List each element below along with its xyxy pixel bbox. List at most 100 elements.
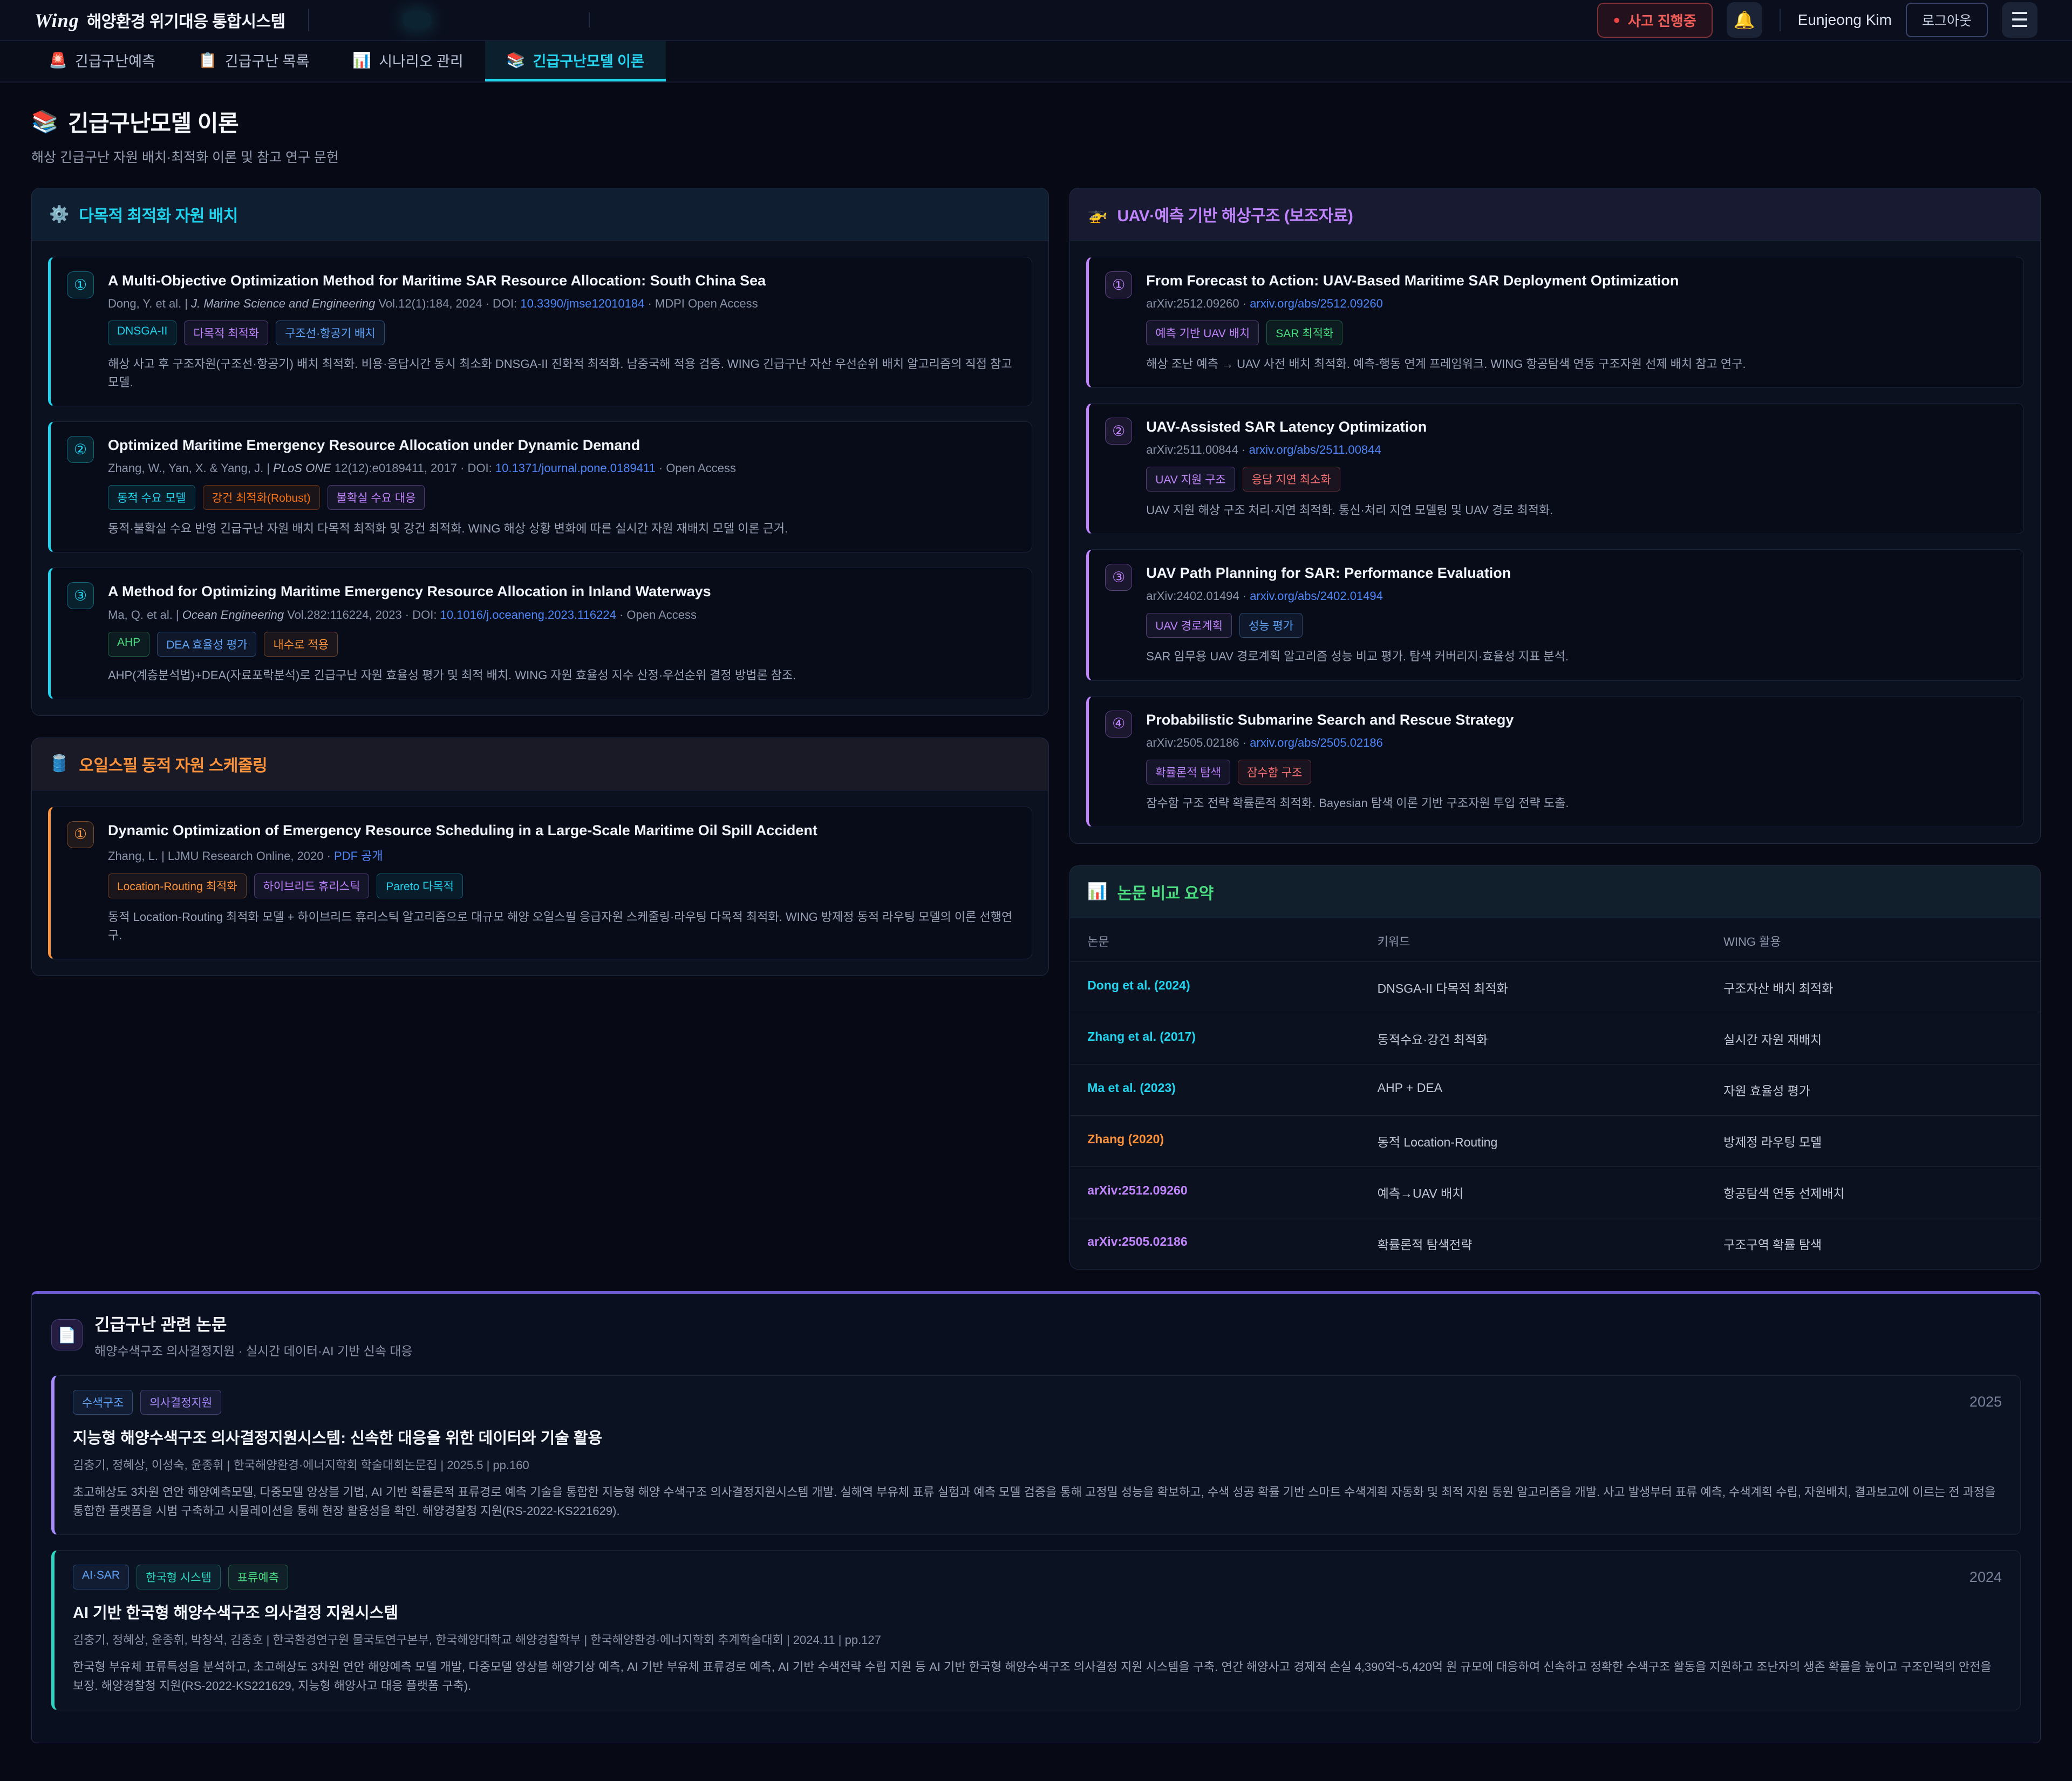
table-row: Ma et al. (2023) AHP + DEA 자원 효율성 평가: [1070, 1064, 2040, 1115]
notification-bell-button[interactable]: 🔔: [1727, 2, 1762, 38]
tag-chip: 성능 평가: [1239, 613, 1303, 638]
nav-menu-item[interactable]: [510, 12, 538, 28]
related-papers-section: 📄 긴급구난 관련 논문 해양수색구조 의사결정지원 · 실시간 데이터·AI …: [31, 1291, 2041, 1743]
table-header-row: 논문 키워드 WING 활용: [1070, 918, 2040, 961]
table-cell-paper[interactable]: Ma et al. (2023): [1087, 1064, 1377, 1115]
arxiv-link[interactable]: arxiv.org/abs/2511.00844: [1249, 443, 1381, 456]
nav-menu-item[interactable]: [403, 12, 431, 28]
table-cell-keyword: 동적 Location-Routing: [1378, 1116, 1724, 1166]
paper-card: ① A Multi-Objective Optimization Method …: [48, 257, 1032, 406]
tag-row: 동적 수요 모델강건 최적화(Robust)불확실 수요 대응: [108, 485, 1015, 510]
tab-label: 긴급구난예측: [75, 50, 155, 71]
divider: [1780, 9, 1781, 31]
table-cell-wing: 구조자산 배치 최적화: [1723, 962, 2023, 1013]
tab-item[interactable]: 📊 시나리오 관리: [331, 41, 485, 81]
paper-meta: arXiv:2512.09260 · arxiv.org/abs/2512.09…: [1146, 297, 2007, 311]
arxiv-link[interactable]: arxiv.org/abs/2512.09260: [1250, 297, 1383, 310]
main-menu: [332, 12, 623, 28]
paper-description: UAV 지원 해상 구조 처리·지연 최적화. 통신·처리 지연 모델링 및 U…: [1146, 501, 2007, 520]
tag-chip: Location-Routing 최적화: [108, 874, 247, 898]
table-cell-keyword: 동적수요·강건 최적화: [1378, 1013, 1724, 1064]
paper-number-badge: ③: [1105, 564, 1132, 591]
tag-row: AHPDEA 효율성 평가내수로 적용: [108, 632, 1015, 657]
paper-card: ③ A Method for Optimizing Maritime Emerg…: [48, 568, 1032, 699]
paper-number-badge: ②: [67, 436, 94, 463]
article-abstract: 한국형 부유체 표류특성을 분석하고, 초고해상도 3차원 연안 해양예측 모델…: [73, 1657, 2002, 1695]
doi-link[interactable]: 10.3390/jmse12010184: [520, 297, 644, 310]
related-title: 긴급구난 관련 논문: [94, 1311, 413, 1335]
table-cell-paper[interactable]: arXiv:2512.09260: [1087, 1167, 1377, 1218]
section-title: 오일스필 동적 자원 스케줄링: [79, 752, 267, 776]
paper-number-badge: ①: [67, 821, 94, 848]
nav-menu-item[interactable]: [474, 12, 502, 28]
nav-menu-item[interactable]: [367, 12, 396, 28]
table-cell-keyword: DNSGA-II 다목적 최적화: [1378, 962, 1724, 1013]
paper-meta: Ma, Q. et al. | Ocean Engineering Vol.28…: [108, 608, 1015, 622]
tag-chip: DNSGA-II: [108, 320, 176, 345]
hamburger-menu-button[interactable]: ☰: [2002, 2, 2037, 38]
sub-tabbar: 🚨 긴급구난예측 📋 긴급구난 목록 📊 시나리오 관리 📚 긴급구난모델 이론: [0, 41, 2072, 83]
comparison-table: 논문 키워드 WING 활용 Dong et al. (2024) DNSGA-…: [1070, 918, 2040, 1269]
article-abstract: 초고해상도 3차원 연안 해양예측모델, 다중모델 앙상블 기법, AI 기반 …: [73, 1483, 2002, 1520]
tag-chip: 하이브리드 휴리스틱: [254, 874, 370, 898]
table-row: arXiv:2512.09260 예측→UAV 배치 항공탐색 연동 선제배치: [1070, 1166, 2040, 1218]
tab-item[interactable]: 🚨 긴급구난예측: [27, 41, 177, 81]
table-cell-keyword: 확률론적 탐색전략: [1378, 1218, 1724, 1269]
tag-chip: 강건 최적화(Robust): [203, 485, 320, 510]
arxiv-link[interactable]: arxiv.org/abs/2402.01494: [1250, 589, 1383, 603]
page-subtitle: 해상 긴급구난 자원 배치·최적화 이론 및 참고 연구 문헌: [31, 147, 2041, 166]
paper-list: ① From Forecast to Action: UAV-Based Mar…: [1070, 241, 2040, 843]
logout-button[interactable]: 로그아웃: [1906, 3, 1988, 37]
tag-chip: UAV 지원 구조: [1146, 467, 1235, 492]
nav-menu-item[interactable]: [332, 12, 360, 28]
paper-card: ④ Probabilistic Submarine Search and Res…: [1086, 696, 2024, 827]
section-comparison-panel: 📊 논문 비교 요약 논문 키워드 WING 활용 Dong et al. (2…: [1069, 865, 2041, 1270]
table-row: Zhang (2020) 동적 Location-Routing 방제정 라우팅…: [1070, 1115, 2040, 1166]
tag-chip: 의사결정지원: [140, 1390, 221, 1415]
doi-link[interactable]: 10.1016/j.oceaneng.2023.116224: [440, 608, 616, 622]
paper-description: SAR 임무용 UAV 경로계획 알고리즘 성능 비교 평가. 탐색 커버리지·…: [1146, 647, 2007, 666]
bell-icon: 🔔: [1734, 10, 1755, 30]
table-cell-paper[interactable]: Zhang et al. (2017): [1087, 1013, 1377, 1064]
paper-description: 동적·불확실 수요 반영 긴급구난 자원 배치 다목적 최적화 및 강건 최적화…: [108, 520, 1015, 538]
paper-meta: arXiv:2402.01494 · arxiv.org/abs/2402.01…: [1146, 589, 2007, 603]
incident-status-badge[interactable]: ● 사고 진행중: [1597, 3, 1713, 38]
right-column: 🚁 UAV·예측 기반 해상구조 (보조자료) ① From Forecast …: [1069, 188, 2041, 1291]
journal-name: Ocean Engineering: [182, 608, 284, 622]
journal-name: PLoS ONE: [273, 461, 331, 475]
tag-chip: UAV 경로계획: [1146, 613, 1232, 638]
page-content: 📚 긴급구난모델 이론 해상 긴급구난 자원 배치·최적화 이론 및 참고 연구…: [0, 83, 2072, 1781]
doi-link[interactable]: 10.1371/journal.pone.0189411: [495, 461, 656, 475]
nav-menu-item[interactable]: [589, 12, 623, 28]
table-cell-paper[interactable]: arXiv:2505.02186: [1087, 1218, 1377, 1269]
tag-chip: 수색구조: [73, 1390, 133, 1415]
oil-drum-icon: 🛢️: [49, 754, 69, 773]
paper-title: UAV-Assisted SAR Latency Optimization: [1146, 418, 2007, 436]
paper-description: 동적 Location-Routing 최적화 모델 + 하이브리드 휴리스틱 …: [108, 908, 1015, 945]
tab-item[interactable]: 📚 긴급구난모델 이론: [485, 41, 666, 81]
paper-title: UAV Path Planning for SAR: Performance E…: [1146, 564, 2007, 583]
tag-chip: 구조선·항공기 배치: [276, 320, 384, 345]
tab-item[interactable]: 📋 긴급구난 목록: [177, 41, 331, 81]
doi-link[interactable]: PDF 공개: [334, 849, 383, 863]
tab-icon: 📚: [507, 51, 526, 69]
helicopter-icon: 🚁: [1087, 205, 1107, 224]
tag-chip: 확률론적 탐색: [1146, 760, 1230, 784]
tag-chip: 응답 지연 최소화: [1243, 467, 1340, 492]
logo-wing-mark: Wing: [35, 9, 79, 32]
paper-meta: Dong, Y. et al. | J. Marine Science and …: [108, 297, 1015, 311]
tag-chip: Pareto 다목적: [377, 874, 463, 898]
tag-chip: 잠수함 구조: [1238, 760, 1311, 784]
section-header: ⚙️ 다목적 최적화 자원 배치: [32, 188, 1048, 241]
arxiv-link[interactable]: arxiv.org/abs/2505.02186: [1250, 736, 1383, 749]
paper-meta: arXiv:2505.02186 · arxiv.org/abs/2505.02…: [1146, 736, 2007, 750]
nav-menu-item[interactable]: [546, 12, 574, 28]
paper-card: ② Optimized Maritime Emergency Resource …: [48, 421, 1032, 552]
nav-menu-item[interactable]: [439, 12, 467, 28]
document-icon-box: 📄: [51, 1319, 83, 1350]
paper-number-badge: ①: [1105, 271, 1132, 298]
paper-number-badge: ④: [1105, 711, 1132, 738]
table-cell-paper[interactable]: Dong et al. (2024): [1087, 962, 1377, 1013]
paper-meta: Zhang, W., Yan, X. & Yang, J. | PLoS ONE…: [108, 461, 1015, 475]
table-cell-paper[interactable]: Zhang (2020): [1087, 1116, 1377, 1166]
